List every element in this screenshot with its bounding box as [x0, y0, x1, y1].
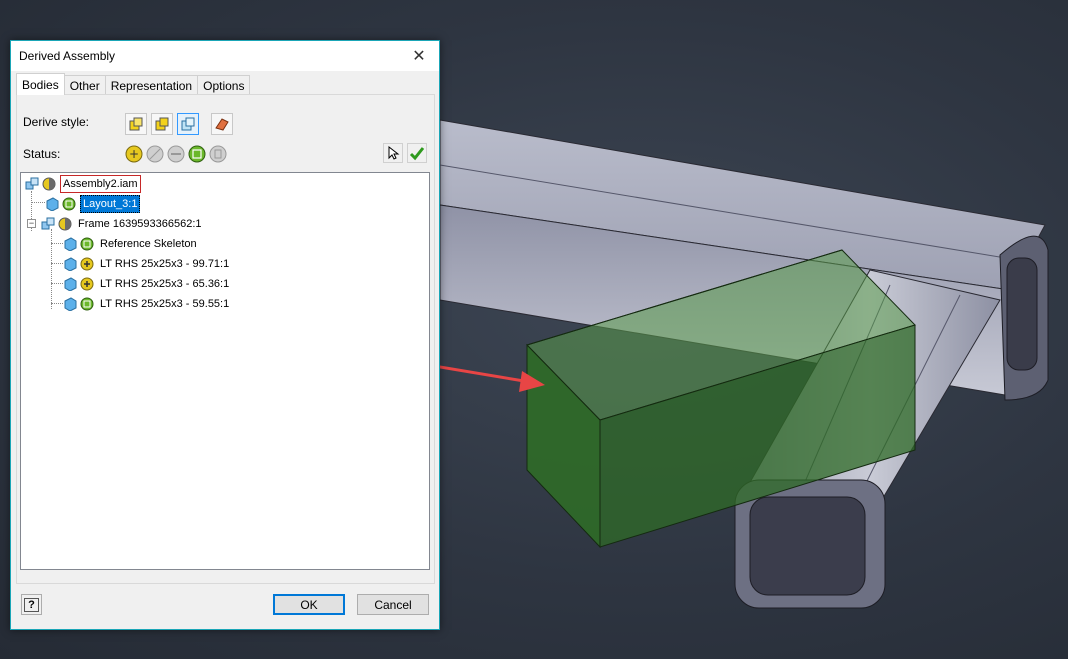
part-cube-icon [64, 277, 77, 291]
status-buttons: + [125, 145, 227, 163]
status-mixed-icon[interactable] [58, 217, 72, 231]
status-label: Status: [23, 147, 61, 161]
derive-bodies-button[interactable] [177, 113, 199, 135]
bodies-panel: Derive style: Status: + − Assembly2.iam … [16, 94, 435, 584]
child-label: LT RHS 25x25x3 - 65.36:1 [100, 278, 230, 290]
title-bar: Derived Assembly ✕ [11, 41, 439, 71]
status-include-icon[interactable]: + [125, 145, 143, 163]
derive-merge-button[interactable] [151, 113, 173, 135]
part-cube-icon [64, 297, 77, 311]
check-icon [409, 147, 425, 161]
tree-node-child[interactable]: LT RHS 25x25x3 - 59.55:1 [63, 295, 231, 313]
tab-representation[interactable]: Representation [104, 75, 199, 95]
layout-label: Layout_3:1 [80, 195, 141, 213]
svg-text:+: + [129, 147, 139, 161]
part-cube-icon [64, 257, 77, 271]
derive-surface-button[interactable] [211, 113, 233, 135]
root-assembly-label: Assembly2.iam [60, 175, 141, 193]
frame-expander[interactable]: − [27, 219, 36, 228]
tree-node-root[interactable]: Assembly2.iam [25, 175, 141, 193]
derived-assembly-dialog: Derived Assembly ✕ Bodies Other Represen… [10, 40, 440, 630]
derive-bodies-icon [181, 117, 195, 131]
status-include-icon[interactable] [80, 277, 94, 291]
tree-node-child[interactable]: Reference Skeleton [63, 235, 199, 253]
help-icon: ? [24, 597, 39, 612]
assembly-icon [41, 217, 55, 230]
status-intersect-icon[interactable] [209, 145, 227, 163]
apply-button[interactable] [407, 143, 427, 163]
frame-label: Frame 1639593366562:1 [78, 218, 202, 230]
status-bounding-box-icon[interactable] [188, 145, 206, 163]
part-cube-icon [64, 237, 77, 251]
derive-merge-icon [155, 117, 169, 131]
tree-node-frame[interactable]: Frame 1639593366562:1 [41, 215, 204, 233]
tab-options[interactable]: Options [197, 75, 251, 95]
derive-style-label: Derive style: [23, 115, 90, 129]
status-mixed-icon[interactable] [42, 177, 56, 191]
select-button[interactable] [383, 143, 403, 163]
assembly-icon [25, 177, 39, 190]
tree-node-layout[interactable]: Layout_3:1 [45, 195, 141, 213]
status-bounding-box-icon[interactable] [80, 297, 94, 311]
tab-bodies[interactable]: Bodies [16, 73, 65, 95]
dialog-title: Derived Assembly [19, 49, 116, 63]
tab-other[interactable]: Other [63, 75, 106, 95]
status-subtract-icon[interactable] [167, 145, 185, 163]
status-bounding-box-icon[interactable] [80, 237, 94, 251]
status-exclude-icon[interactable] [146, 145, 164, 163]
child-label: Reference Skeleton [100, 238, 197, 250]
derive-solid-icon [129, 117, 143, 131]
child-label: LT RHS 25x25x3 - 59.55:1 [100, 298, 230, 310]
close-icon[interactable]: ✕ [407, 45, 431, 67]
ok-button[interactable]: OK [273, 594, 345, 615]
tree-node-child[interactable]: LT RHS 25x25x3 - 99.71:1 [63, 255, 231, 273]
tab-strip: Bodies Other Representation Options [16, 73, 251, 95]
derive-single-solid-button[interactable] [125, 113, 147, 135]
status-bounding-box-icon[interactable] [62, 197, 76, 211]
status-include-icon[interactable] [80, 257, 94, 271]
tree-node-child[interactable]: LT RHS 25x25x3 - 65.36:1 [63, 275, 231, 293]
component-tree[interactable]: − Assembly2.iam Layout_3:1 Frame 1639593… [20, 172, 430, 570]
help-button[interactable]: ? [21, 594, 42, 615]
child-label: LT RHS 25x25x3 - 99.71:1 [100, 258, 230, 270]
derive-surface-icon [215, 118, 229, 131]
cancel-button[interactable]: Cancel [357, 594, 429, 615]
select-icon [388, 146, 400, 160]
part-cube-icon [46, 197, 59, 211]
